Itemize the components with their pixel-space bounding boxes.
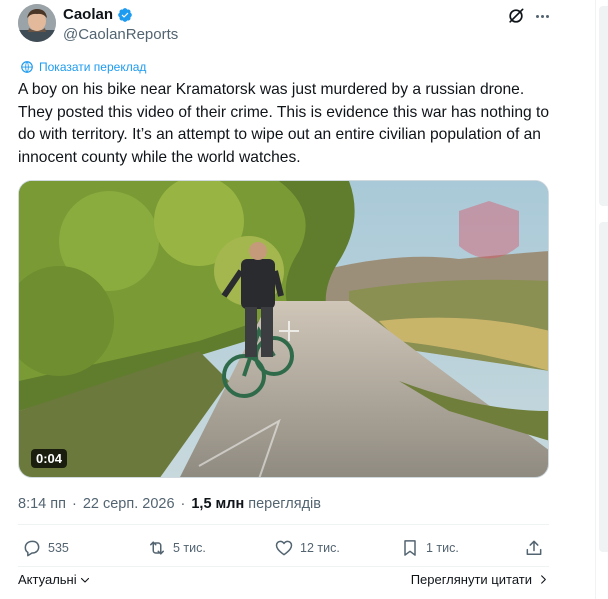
video-duration: 0:04 xyxy=(31,449,68,468)
tweet-meta: 8:14 пп · 22 серп. 2026 · 1,5 млн перегл… xyxy=(18,496,321,512)
grok-icon[interactable] xyxy=(506,6,526,26)
tweet-card: Caolan @CaolanReports Показати переклад … xyxy=(0,0,594,599)
share-icon xyxy=(526,540,542,555)
like-button[interactable]: 12 тис. xyxy=(274,538,340,558)
sort-label: Актуальні xyxy=(18,572,77,587)
views-count: 1,5 млн xyxy=(191,496,245,512)
more-options-icon[interactable] xyxy=(532,6,552,26)
quotes-label: Переглянути цитати xyxy=(410,572,532,587)
views-label: переглядів xyxy=(248,496,321,512)
chevron-right-icon xyxy=(541,575,546,584)
avatar[interactable] xyxy=(18,4,56,42)
video-player[interactable]: 0:04 xyxy=(18,180,549,478)
scroll-track-lower xyxy=(599,222,608,552)
author-display-name[interactable]: Caolan xyxy=(63,6,113,23)
page-scroll-edge xyxy=(595,0,608,599)
translate-label: Показати переклад xyxy=(39,60,147,74)
bookmark-count: 1 тис. xyxy=(426,541,459,555)
repost-icon xyxy=(150,541,164,555)
share-button[interactable] xyxy=(524,538,544,558)
tweet-date[interactable]: 22 серп. 2026 xyxy=(83,496,175,512)
divider xyxy=(18,566,549,567)
translate-link[interactable]: Показати переклад xyxy=(20,60,146,74)
heart-icon xyxy=(275,540,293,556)
tweet-time[interactable]: 8:14 пп xyxy=(18,496,66,512)
verified-badge-icon xyxy=(118,7,132,22)
repost-count: 5 тис. xyxy=(173,541,206,555)
bookmark-icon xyxy=(404,540,416,556)
view-quotes-button[interactable]: Переглянути цитати xyxy=(411,572,549,587)
like-count: 12 тис. xyxy=(300,541,340,555)
repost-button[interactable]: 5 тис. xyxy=(147,538,206,558)
action-bar: 535 5 тис. 12 тис. 1 тис. xyxy=(18,538,549,564)
tweet-text: A boy on his bike near Kramatorsk was ju… xyxy=(18,81,550,166)
author-handle[interactable]: @CaolanReports xyxy=(63,26,178,43)
scroll-track-upper xyxy=(599,6,608,206)
meta-separator: · xyxy=(71,496,77,512)
author-name-row: Caolan xyxy=(63,6,133,23)
divider xyxy=(18,524,549,525)
sort-replies-button[interactable]: Актуальні xyxy=(18,572,91,587)
reply-icon xyxy=(24,540,40,557)
translate-icon xyxy=(21,61,33,73)
reply-button[interactable]: 535 xyxy=(22,538,69,558)
meta-separator: · xyxy=(180,496,186,512)
video-frame xyxy=(19,181,548,477)
reply-count: 535 xyxy=(48,541,69,555)
bookmark-button[interactable]: 1 тис. xyxy=(400,538,459,558)
chevron-down-icon xyxy=(80,577,89,583)
